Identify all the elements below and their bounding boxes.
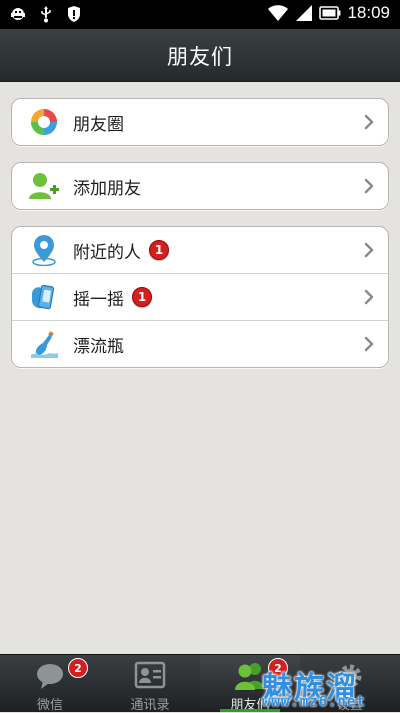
chat-bubble-icon	[37, 664, 63, 689]
contacts-card-icon	[134, 661, 166, 689]
drift-bottle-icon	[27, 327, 61, 361]
add-friend-icon	[27, 169, 61, 203]
menu-item-label: 添加朋友	[73, 178, 141, 199]
shield-notification-icon	[68, 6, 80, 22]
chevron-right-icon	[364, 114, 374, 130]
chevron-right-icon	[364, 178, 374, 194]
watermark-url: www.mz6.net	[262, 694, 366, 710]
chevron-right-icon	[364, 336, 374, 352]
signal-icon	[296, 5, 313, 21]
friends-menu-group-1: 朋友圈	[11, 98, 389, 146]
menu-item-moments[interactable]: 朋友圈	[12, 99, 388, 145]
status-bar: 18:09	[0, 0, 400, 29]
menu-item-label: 摇一摇	[73, 289, 124, 310]
status-system-icons: 18:09	[267, 3, 390, 23]
tab-unread-badge: 2	[68, 658, 88, 678]
status-notification-icons	[10, 5, 82, 23]
moments-camera-icon	[27, 105, 61, 139]
menu-item-label: 漂流瓶	[73, 336, 124, 357]
menu-item-shake[interactable]: 摇一摇 1	[12, 274, 388, 321]
shake-phone-icon	[27, 280, 61, 314]
location-pin-icon	[27, 233, 61, 267]
menu-item-drift-bottle[interactable]: 漂流瓶	[12, 321, 388, 367]
tab-contacts[interactable]: 通讯录	[100, 655, 200, 713]
page-title: 朋友们	[167, 45, 233, 69]
menu-item-label: 附近的人	[73, 242, 141, 263]
menu-item-nearby-people[interactable]: 附近的人 1	[12, 227, 388, 274]
usb-icon	[41, 6, 51, 23]
tab-label: 微信	[36, 698, 63, 713]
tab-label: 通讯录	[130, 698, 170, 713]
chevron-right-icon	[364, 289, 374, 305]
chevron-right-icon	[364, 242, 374, 258]
friends-menu-group-2: 添加朋友	[11, 162, 389, 210]
menu-item-add-friend[interactable]: 添加朋友	[12, 163, 388, 209]
friends-menu-group-3: 附近的人 1 摇一摇 1 漂流瓶	[11, 226, 389, 368]
unread-badge: 1	[132, 287, 152, 307]
android-debug-icon	[11, 8, 25, 20]
battery-icon	[319, 6, 341, 20]
header-bar: 朋友们	[0, 29, 400, 82]
unread-badge: 1	[149, 240, 169, 260]
menu-item-label: 朋友圈	[73, 114, 124, 135]
tab-wechat[interactable]: 2 微信	[0, 655, 100, 713]
status-time: 18:09	[347, 3, 390, 22]
wifi-icon	[268, 5, 289, 21]
